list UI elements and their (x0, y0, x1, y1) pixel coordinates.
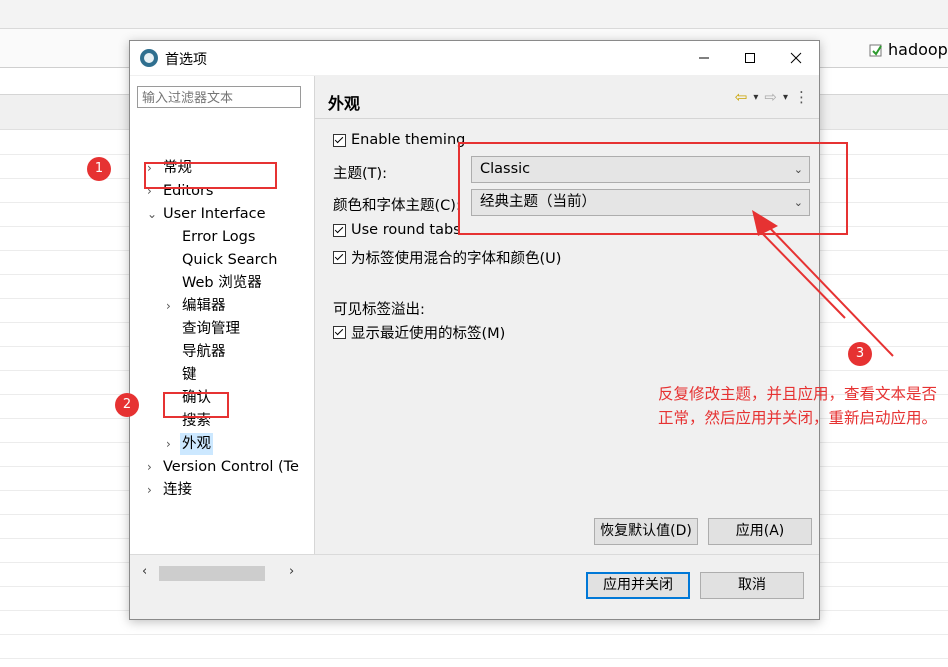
annotation-note: 反复修改主题，并且应用，查看文本是否正常，然后应用并关闭，重新启动应用。 (658, 385, 938, 427)
annotation-arrow (752, 210, 894, 357)
